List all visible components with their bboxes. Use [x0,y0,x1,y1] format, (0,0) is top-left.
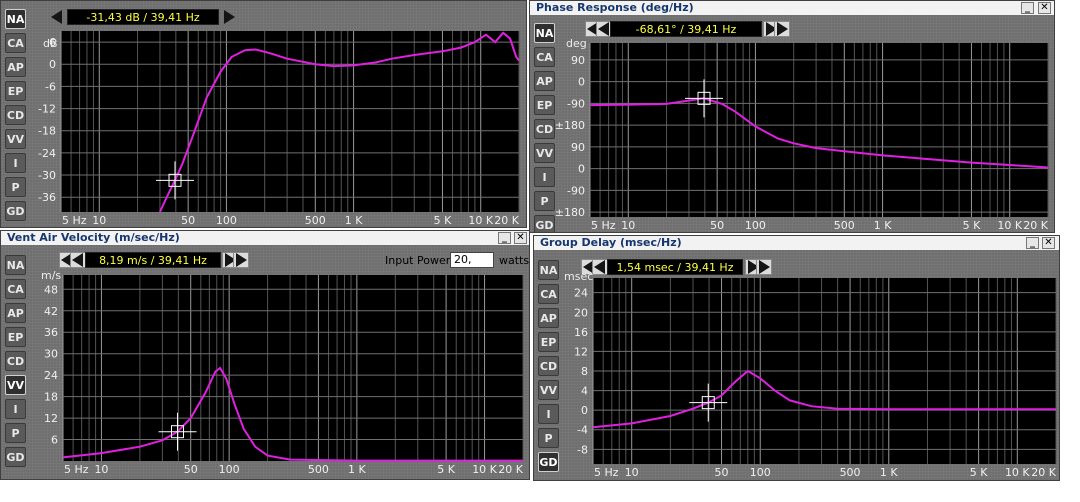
y-tick-label: 6 [49,36,56,49]
y-tick-label: 30 [44,348,58,361]
x-tick-label: 10 [94,463,108,476]
y-tick-label: 0 [578,163,585,176]
y-tick-label: 12 [44,412,58,425]
group-delay-plot[interactable]: 24 20 16 12 8 4 0 -4 -8 5 Hz 10 50 100 500 1 K 5 K 10 K2… [534,236,1060,481]
x-tick-label: 20 K [1023,219,1048,232]
plot-area [63,275,523,461]
x-tick-label: 5 Hz [591,219,616,232]
x-tick-label: 500 [308,463,329,476]
y-tick-label: 36 [44,326,58,339]
y-tick-label: 0 [578,76,585,89]
y-tick-label: 6 [51,434,58,447]
y-tick-label: -12 [38,103,56,116]
y-tick-label: ±180 [555,206,585,219]
x-tick-label: 500 [834,219,855,232]
x-tick-label: 20 K [494,214,519,227]
y-tick-label: 48 [44,283,58,296]
x-tick-label: 1 K [348,463,366,476]
phase-plot[interactable]: 90 0 -90 ±180 90 0 -90 ±180 5 Hz 10 50 100 500 1 K 5 K… [530,1,1055,233]
y-tick-label: -24 [38,147,56,160]
x-tick-label: 5 Hz [64,463,89,476]
y-tick-label: 90 [571,141,585,154]
x-tick-label: 10 [625,466,639,479]
x-tick-label: 1 K [345,214,363,227]
vent-velocity-plot[interactable]: 48 42 36 30 24 18 12 6 5 Hz 10 50 100 500 1 K 5 K 10 K2… [1,231,530,480]
x-tick-label: 20 K [1031,466,1056,479]
x-tick-label: 50 [181,214,195,227]
y-tick-label: 12 [574,345,588,358]
x-tick-label: 10 [92,214,106,227]
y-tick-label: 0 [581,404,588,417]
group-delay-window: Group Delay (msec/Hz) _ ✕ NA CA AP EP CD VV I P… [533,235,1060,481]
plot-area [61,31,519,212]
y-tick-label: ±180 [555,119,585,132]
x-tick-label: 5 K [963,219,981,232]
y-tick-label: 24 [574,287,588,300]
x-tick-label: 5 K [437,463,455,476]
spl-window: NA CA AP EP CD VV I P GD -31,43 dB / 39,41 Hz dB… [0,0,527,228]
x-tick-label: 10 K [472,463,497,476]
y-tick-label: -90 [567,97,585,110]
y-tick-label: 16 [574,326,588,339]
spl-plot[interactable]: 6 0 -6 -12 -18 -24 -30 -36 5 Hz 10 50 100 500 1 K 5 K 1… [1,1,527,228]
x-tick-label: 10 K [997,219,1022,232]
x-tick-label: 10 K [1005,466,1030,479]
x-tick-label: 10 K [468,214,493,227]
x-tick-label: 50 [710,219,724,232]
x-tick-label: 10 [621,219,635,232]
y-tick-label: -8 [577,443,588,456]
y-tick-label: -90 [567,184,585,197]
y-tick-label: -4 [577,424,588,437]
x-tick-label: 1 K [880,466,898,479]
y-tick-label: 18 [44,391,58,404]
x-tick-label: 20 K [498,463,523,476]
x-tick-label: 500 [840,466,861,479]
y-tick-label: 90 [571,54,585,67]
x-tick-label: 100 [750,466,771,479]
x-tick-label: 1 K [874,219,892,232]
x-tick-label: 100 [216,214,237,227]
y-tick-label: 8 [581,365,588,378]
x-tick-label: 5 K [970,466,988,479]
y-tick-label: 24 [44,369,58,382]
x-tick-label: 100 [745,219,766,232]
y-tick-label: -30 [38,169,56,182]
y-tick-label: -36 [38,191,56,204]
x-tick-label: 50 [715,466,729,479]
vent-velocity-window: Vent Air Velocity (m/sec/Hz) _ ✕ NA CA AP E… [0,230,530,480]
x-tick-label: 5 Hz [594,466,619,479]
x-tick-label: 5 K [434,214,452,227]
y-tick-label: 0 [49,58,56,71]
x-tick-label: 500 [305,214,326,227]
y-tick-label: 4 [581,385,588,398]
x-tick-label: 5 Hz [62,214,87,227]
y-tick-label: 20 [574,306,588,319]
y-tick-label: -18 [38,125,56,138]
x-tick-label: 100 [219,463,240,476]
y-tick-label: 42 [44,305,58,318]
phase-window: Phase Response (deg/Hz) _ ✕ NA CA AP EP CD VV… [529,0,1055,233]
x-tick-label: 50 [184,463,198,476]
y-tick-label: -6 [45,80,56,93]
